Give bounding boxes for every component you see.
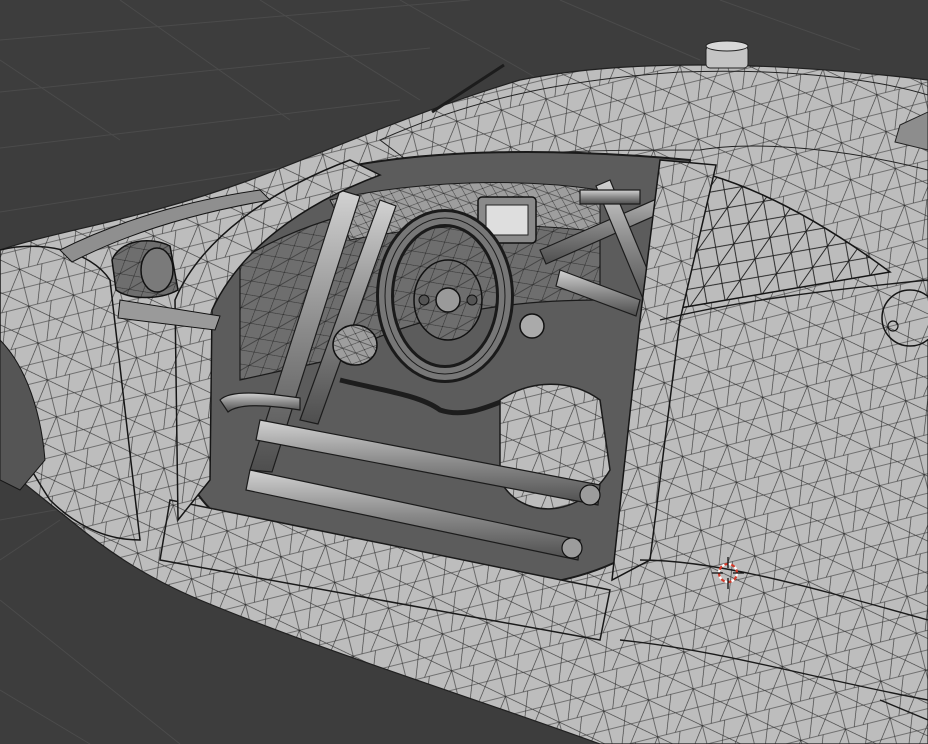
dash-knob[interactable] (519, 313, 545, 339)
roof-antenna[interactable] (705, 40, 749, 69)
3d-viewport[interactable] (0, 0, 928, 744)
viewport-canvas[interactable] (0, 0, 928, 744)
dash-speaker[interactable] (332, 324, 378, 366)
